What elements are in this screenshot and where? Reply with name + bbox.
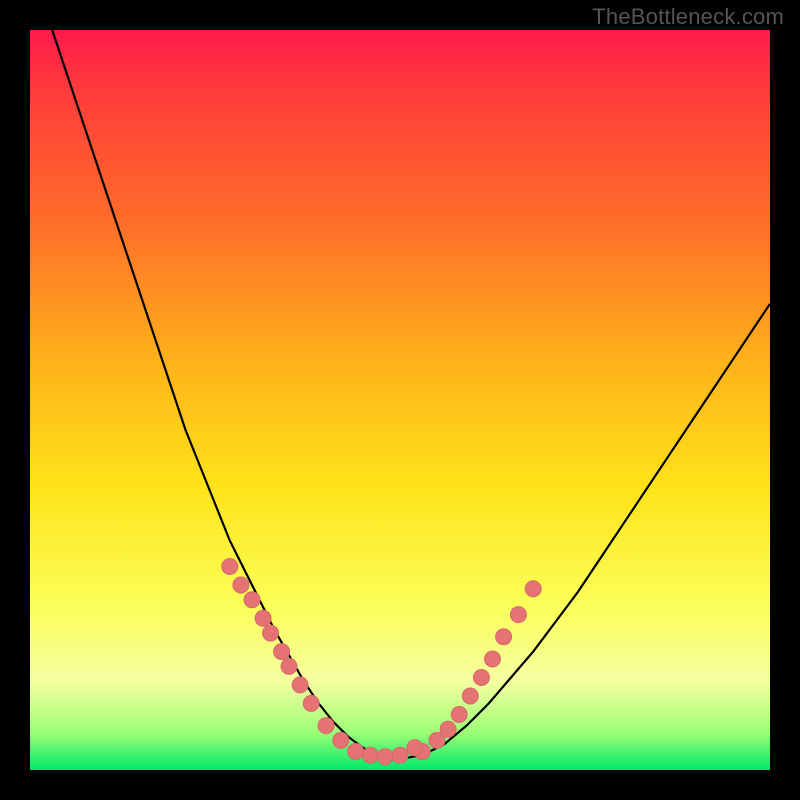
marker-dot: [510, 607, 526, 623]
marker-dot: [362, 747, 378, 763]
marker-dot: [440, 721, 456, 737]
chart-svg: [30, 30, 770, 770]
marker-dot: [525, 581, 541, 597]
marker-dot: [451, 707, 467, 723]
marker-dot: [281, 658, 297, 674]
marker-dot: [473, 670, 489, 686]
marker-dot: [292, 677, 308, 693]
marker-dot: [244, 592, 260, 608]
marker-dot: [303, 695, 319, 711]
marker-dot: [485, 651, 501, 667]
marker-dot: [392, 747, 408, 763]
plot-area: [30, 30, 770, 770]
marker-dot: [255, 610, 271, 626]
scatter-markers: [222, 559, 541, 765]
marker-dot: [333, 732, 349, 748]
marker-dot: [222, 559, 238, 575]
bottleneck-curve: [52, 30, 770, 759]
marker-dot: [407, 740, 423, 756]
marker-dot: [263, 625, 279, 641]
marker-dot: [274, 644, 290, 660]
marker-dot: [318, 718, 334, 734]
marker-dot: [377, 749, 393, 765]
watermark-text: TheBottleneck.com: [592, 4, 784, 30]
marker-dot: [496, 629, 512, 645]
marker-dot: [233, 577, 249, 593]
chart-frame: TheBottleneck.com: [0, 0, 800, 800]
marker-dot: [462, 688, 478, 704]
marker-dot: [348, 744, 364, 760]
